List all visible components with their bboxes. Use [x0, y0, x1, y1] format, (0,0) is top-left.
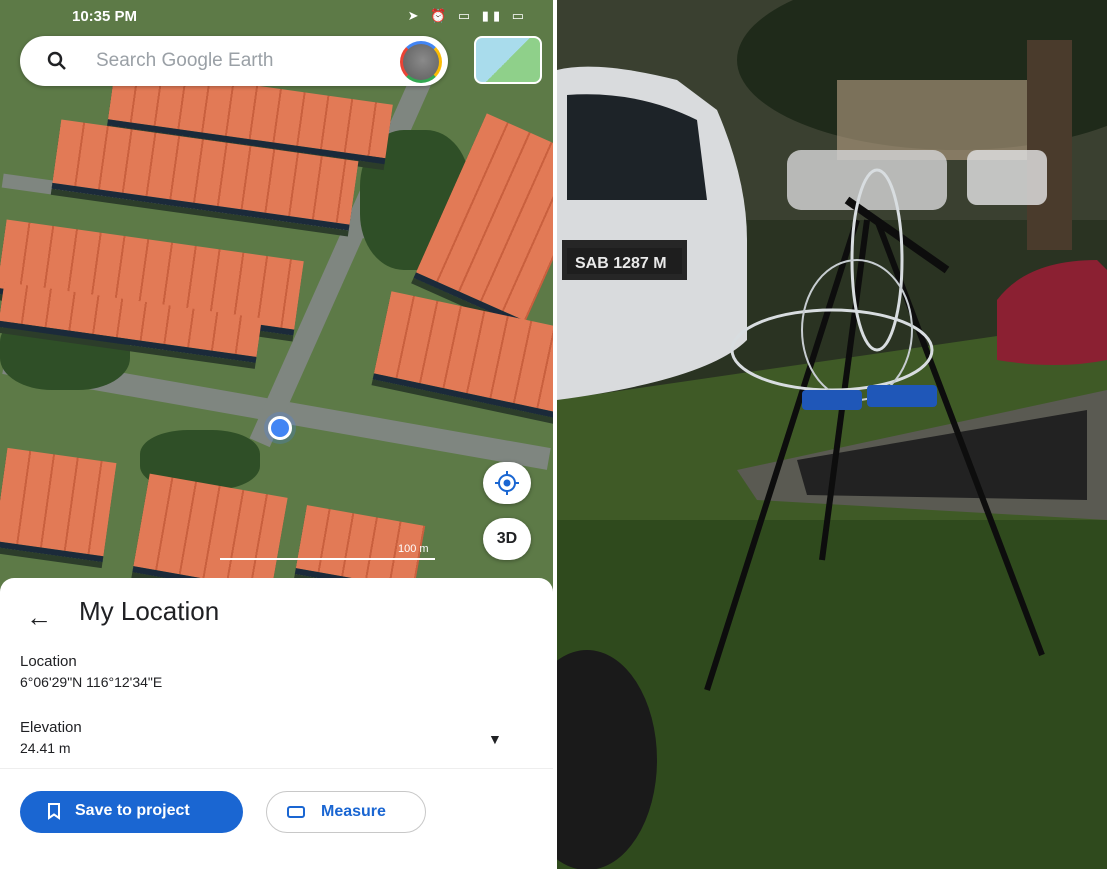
search-placeholder[interactable]: Search Google Earth: [96, 50, 273, 72]
license-plate-text: SAB 1287 M: [575, 255, 667, 272]
bookmark-icon: [48, 803, 60, 820]
save-to-project-button[interactable]: Save to project: [20, 791, 243, 833]
back-arrow-icon[interactable]: ←: [26, 602, 52, 633]
elevation-label: Elevation: [20, 719, 82, 736]
three-d-button[interactable]: 3D: [483, 518, 531, 560]
tripod-scene: SAB 1287 M: [557, 0, 1107, 869]
ruler-icon: [287, 806, 305, 818]
recenter-button[interactable]: [483, 462, 531, 504]
satellite-map[interactable]: 10:35 PM ➤ ⏰ ▭ ▮▮ ▭ Search Google Earth: [0, 0, 553, 600]
location-value: 6°06'29"N 116°12'34"E: [20, 674, 163, 690]
google-earth-screen: 10:35 PM ➤ ⏰ ▭ ▮▮ ▭ Search Google Earth: [0, 0, 553, 869]
search-icon: [47, 51, 66, 70]
map-building: [0, 447, 117, 563]
scale-label: 100 m: [398, 543, 429, 555]
dropdown-arrow-icon[interactable]: ▼: [488, 731, 502, 747]
map-style-button[interactable]: [474, 36, 542, 84]
location-dot: [268, 416, 292, 440]
search-bar[interactable]: Search Google Earth: [20, 36, 448, 86]
scale-bar: [220, 558, 435, 560]
save-button-label: Save to project: [75, 802, 190, 819]
elevation-value: 24.41 m: [20, 740, 71, 756]
tripod-photo: SAB 1287 M: [557, 0, 1107, 869]
divider: [0, 768, 553, 769]
location-panel: ← My Location Location 6°06'29"N 116°12'…: [0, 578, 553, 869]
crosshair-icon: [495, 471, 519, 495]
measure-button-label: Measure: [321, 803, 386, 820]
location-label: Location: [20, 653, 77, 670]
account-avatar[interactable]: [400, 41, 442, 83]
status-bar: 10:35 PM ➤ ⏰ ▭ ▮▮ ▭: [0, 0, 553, 30]
panel-title: My Location: [79, 596, 220, 626]
measure-button[interactable]: Measure: [266, 791, 426, 833]
status-icons: ➤ ⏰ ▭ ▮▮ ▭: [407, 8, 528, 23]
status-time: 10:35 PM: [72, 8, 138, 25]
